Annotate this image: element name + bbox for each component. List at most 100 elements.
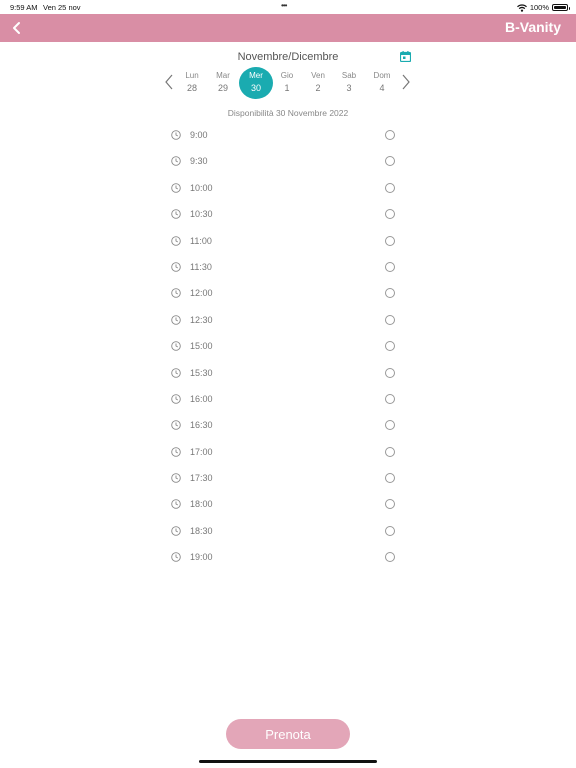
time-slot[interactable]: 12:00 (168, 281, 400, 307)
time-slot[interactable]: 19:00 (168, 545, 400, 571)
day-dom[interactable]: Dom 4 (365, 67, 399, 99)
clock-icon (171, 288, 181, 299)
time-slot[interactable]: 17:00 (168, 440, 400, 466)
time-slot[interactable]: 15:00 (168, 334, 400, 360)
clock-icon (171, 473, 181, 483)
clock-icon (171, 499, 181, 510)
slot-radio[interactable] (385, 499, 395, 510)
clock-icon (171, 262, 181, 272)
slot-radio[interactable] (385, 552, 395, 563)
slot-radio[interactable] (385, 367, 395, 378)
slot-time: 17:00 (190, 446, 213, 457)
slot-time: 12:30 (190, 314, 213, 325)
slot-radio[interactable] (385, 235, 395, 246)
previous-week-arrow-icon[interactable] (164, 74, 174, 90)
day-number: 4 (379, 83, 385, 93)
time-slot[interactable]: 16:00 (168, 387, 400, 413)
battery-icon (552, 4, 570, 11)
day-number: 30 (250, 83, 261, 93)
time-slot[interactable]: 12:30 (168, 308, 400, 334)
slot-radio[interactable] (385, 420, 395, 431)
day-ven[interactable]: Ven 2 (301, 67, 335, 99)
time-slot[interactable]: 10:00 (168, 176, 400, 202)
calendar-icon[interactable] (400, 51, 411, 62)
status-date: Ven 25 nov (43, 3, 81, 12)
slot-time: 10:00 (190, 182, 213, 193)
slot-radio[interactable] (385, 261, 395, 272)
clock-icon (171, 314, 181, 325)
slot-time: 9:00 (190, 130, 208, 140)
availability-label: Disponibilità 30 Novembre 2022 (227, 108, 349, 118)
slot-time: 11:30 (190, 261, 212, 272)
day-mar[interactable]: Mar 29 (206, 67, 240, 99)
day-sab[interactable]: Sab 3 (332, 67, 366, 99)
clock-icon (171, 552, 181, 563)
day-number: 3 (346, 83, 352, 93)
slot-radio[interactable] (385, 288, 395, 299)
slot-time: 16:30 (190, 420, 213, 431)
status-bar: 9:59 AM Ven 25 nov ••• 100% (0, 0, 576, 14)
slot-time: 12:00 (190, 288, 213, 299)
slot-time: 17:30 (190, 473, 213, 484)
day-lun[interactable]: Lun 28 (175, 67, 209, 99)
time-slot[interactable]: 9:00 (168, 123, 400, 149)
slot-time: 16:00 (190, 393, 213, 404)
clock-icon (171, 156, 181, 167)
book-button[interactable]: Prenota (226, 719, 350, 749)
slot-time: 18:00 (190, 499, 213, 510)
day-name: Ven (311, 71, 325, 80)
time-slot[interactable]: 16:30 (168, 413, 400, 439)
day-mer-selected[interactable]: Mer 30 (239, 67, 273, 99)
day-number: 28 (186, 83, 197, 93)
clock-icon (171, 235, 181, 246)
time-slot[interactable]: 15:30 (168, 361, 400, 387)
day-number: 2 (315, 83, 321, 93)
slot-radio[interactable] (385, 341, 395, 352)
slot-radio[interactable] (385, 446, 395, 457)
month-label: Novembre/Dicembre (237, 51, 339, 63)
time-slot[interactable]: 18:30 (168, 519, 400, 545)
slot-time: 15:30 (190, 367, 213, 378)
slot-radio[interactable] (385, 314, 395, 325)
day-name: Sab (341, 71, 357, 80)
slot-radio[interactable] (385, 393, 395, 404)
time-slot[interactable]: 11:30 (168, 255, 400, 281)
clock-icon (171, 209, 181, 219)
clock-icon (171, 183, 181, 193)
slot-radio[interactable] (385, 130, 395, 140)
clock-icon (171, 420, 181, 431)
time-slot[interactable]: 11:00 (168, 229, 400, 255)
slot-radio[interactable] (385, 156, 395, 167)
day-gio[interactable]: Gio 1 (270, 67, 304, 99)
day-number: 1 (284, 83, 290, 93)
day-name: Lun (185, 71, 199, 80)
back-chevron-icon[interactable] (9, 20, 25, 36)
day-name: Mer (249, 71, 263, 80)
status-right: 100% (516, 3, 570, 12)
multitasking-dots-icon[interactable]: ••• (281, 1, 287, 10)
slot-time: 19:00 (190, 552, 213, 563)
home-indicator (199, 760, 377, 763)
time-slot[interactable]: 18:00 (168, 492, 400, 518)
day-name: Mar (216, 71, 230, 80)
time-slot[interactable]: 9:30 (168, 149, 400, 175)
slot-time: 9:30 (190, 156, 208, 167)
clock-icon (171, 446, 181, 457)
next-week-arrow-icon[interactable] (401, 74, 411, 90)
clock-icon (171, 367, 181, 378)
slot-radio[interactable] (385, 182, 395, 193)
day-number: 29 (217, 83, 228, 93)
clock-icon (171, 130, 181, 140)
time-slot-list: 9:00 9:30 10:00 10:30 11:00 11:30 12:00 … (168, 123, 400, 572)
battery-percent: 100% (529, 3, 549, 12)
app-title: B-Vanity (504, 19, 561, 35)
slot-time: 18:30 (190, 525, 213, 536)
wifi-icon (516, 3, 527, 12)
day-name: Gio (280, 71, 294, 80)
slot-radio[interactable] (385, 473, 395, 484)
status-time: 9:59 AM (10, 3, 38, 12)
slot-radio[interactable] (385, 209, 395, 220)
slot-radio[interactable] (385, 525, 395, 536)
time-slot[interactable]: 17:30 (168, 466, 400, 492)
time-slot[interactable]: 10:30 (168, 202, 400, 228)
